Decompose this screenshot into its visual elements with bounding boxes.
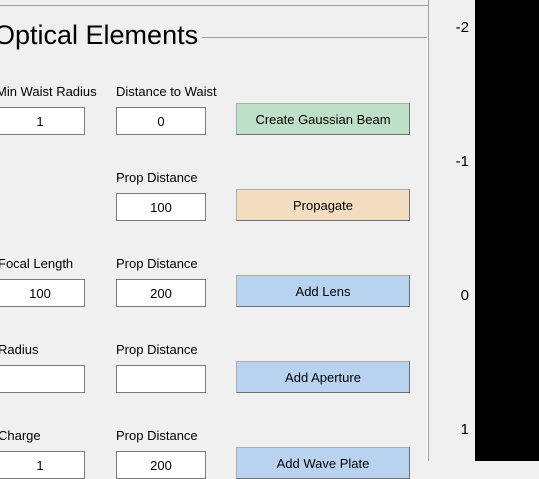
create-gaussian-beam-button[interactable]: Create Gaussian Beam [236, 103, 410, 135]
focal-length-label: Focal Length [0, 256, 74, 271]
y-tick-label: -2 [455, 19, 469, 36]
propagate-prop-distance-label: Prop Distance [116, 170, 198, 185]
panel-border-highlight [427, 37, 428, 461]
aperture-prop-distance-input[interactable] [116, 365, 206, 393]
add-aperture-button[interactable]: Add Aperture [236, 361, 410, 393]
distance-to-waist-input[interactable] [116, 107, 206, 135]
lens-prop-distance-input[interactable] [116, 279, 206, 307]
aperture-prop-distance-label: Prop Distance [116, 342, 198, 357]
charge-input[interactable] [0, 451, 85, 479]
propagate-button[interactable]: Propagate [236, 189, 410, 221]
focal-length-input[interactable] [0, 279, 85, 307]
add-lens-button[interactable]: Add Lens [236, 275, 410, 307]
plot-y-axis [475, 0, 476, 461]
panel-border-right [428, 0, 429, 461]
y-tick-mark [476, 27, 482, 28]
min-waist-radius-input[interactable] [0, 107, 85, 135]
min-waist-radius-label: Min Waist Radius [0, 84, 97, 99]
panel-title: Optical Elements [0, 20, 203, 51]
y-tick-label: -1 [455, 153, 469, 170]
charge-label: Charge [0, 428, 41, 443]
waveplate-prop-distance-label: Prop Distance [116, 428, 198, 443]
panel-border-top [196, 37, 428, 38]
aperture-radius-input[interactable] [0, 365, 85, 393]
aperture-radius-label: Radius [0, 342, 39, 357]
distance-to-waist-label: Distance to Waist [116, 84, 217, 99]
y-tick-mark [476, 295, 482, 296]
y-tick-label: 0 [460, 287, 469, 304]
lens-prop-distance-label: Prop Distance [116, 256, 198, 271]
waveplate-prop-distance-input[interactable] [116, 451, 206, 479]
propagate-prop-distance-input[interactable] [116, 193, 206, 221]
y-tick-mark [476, 161, 482, 162]
add-wave-plate-button[interactable]: Add Wave Plate [236, 447, 410, 479]
y-tick-label: 1 [460, 421, 469, 438]
top-panel-border [0, 0, 428, 6]
y-tick-mark [476, 429, 482, 430]
plot-area [476, 0, 539, 461]
